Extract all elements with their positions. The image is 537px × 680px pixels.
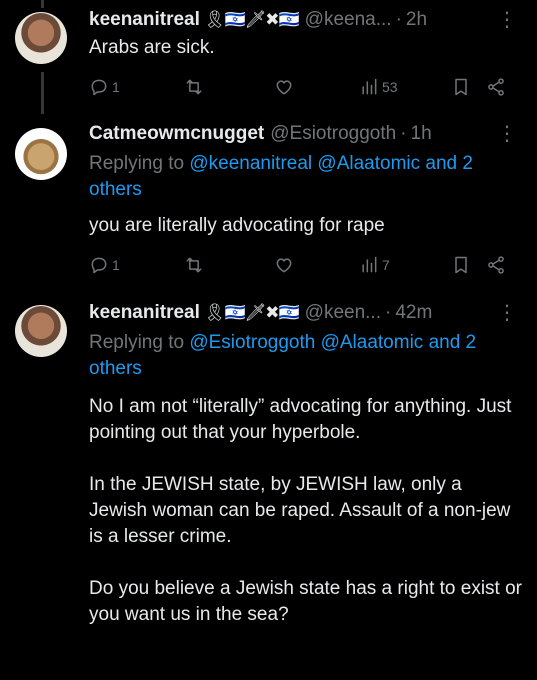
repost-icon bbox=[186, 257, 202, 273]
thread-line-top bbox=[41, 0, 44, 8]
views-icon bbox=[362, 78, 377, 95]
reply-button[interactable]: 1 bbox=[89, 255, 120, 275]
reply-button[interactable]: 1 bbox=[89, 77, 120, 97]
tweet-paragraph: No I am not “literally” advocating for a… bbox=[89, 396, 512, 443]
heart-icon bbox=[276, 258, 292, 273]
name-emoji-badges: 🎗🇮🇱🗡✖🇮🇱 bbox=[203, 10, 300, 29]
tweet-paragraph: Do you believe a Jewish state has a righ… bbox=[89, 578, 523, 625]
more-icon[interactable]: ⋮ bbox=[497, 122, 517, 146]
share-button[interactable] bbox=[486, 77, 506, 97]
views-icon bbox=[362, 256, 377, 273]
user-handle[interactable]: @keen... bbox=[305, 301, 381, 325]
more-icon[interactable]: ⋮ bbox=[497, 8, 517, 32]
bookmark-icon bbox=[455, 78, 467, 96]
timestamp[interactable]: 42m bbox=[395, 301, 432, 325]
like-button[interactable] bbox=[274, 77, 294, 97]
replying-to-label: Replying to bbox=[89, 332, 190, 353]
tweet-paragraph: In the JEWISH state, by JEWISH law, only… bbox=[89, 474, 511, 547]
replying-to: Replying to @keenanitreal @Alaatomic and… bbox=[89, 151, 523, 203]
tweet-header: Catmeowmcnugget @Esiotroggoth · 1h bbox=[89, 122, 523, 146]
tweet-text: you are literally advocating for rape bbox=[89, 215, 385, 236]
avatar[interactable] bbox=[15, 128, 67, 180]
replying-to: Replying to @Esiotroggoth @Alaatomic and… bbox=[89, 330, 523, 382]
timestamp[interactable]: 1h bbox=[411, 122, 432, 146]
more-icon[interactable]: ⋮ bbox=[497, 301, 517, 325]
bookmark-button[interactable] bbox=[451, 255, 471, 275]
avatar[interactable] bbox=[15, 305, 67, 357]
replying-to-label: Replying to bbox=[89, 153, 190, 174]
tweet-actions: 1 53 bbox=[89, 77, 517, 101]
repost-button[interactable] bbox=[184, 255, 204, 275]
name-emoji-badges: 🎗🇮🇱🗡✖🇮🇱 bbox=[203, 303, 300, 322]
views-button[interactable]: 7 bbox=[359, 255, 390, 275]
separator-dot: · bbox=[395, 9, 402, 30]
bookmark-icon bbox=[455, 256, 467, 274]
avatar[interactable] bbox=[15, 12, 67, 64]
reply-icon bbox=[91, 257, 107, 274]
views-button[interactable]: 53 bbox=[359, 77, 398, 97]
tweet-text: No I am not “literally” advocating for a… bbox=[89, 394, 523, 628]
view-count: 7 bbox=[382, 257, 390, 273]
display-name[interactable]: Catmeowmcnugget bbox=[89, 122, 264, 146]
share-icon bbox=[488, 78, 504, 96]
heart-icon bbox=[276, 80, 292, 95]
display-name[interactable]: keenanitreal bbox=[89, 301, 200, 325]
user-handle[interactable]: @keena... bbox=[305, 8, 392, 32]
reply-count: 1 bbox=[112, 79, 120, 95]
repost-icon bbox=[186, 79, 202, 95]
tweet-header: keenanitreal 🎗🇮🇱🗡✖🇮🇱 @keen... · 42m bbox=[89, 301, 523, 325]
separator-dot: · bbox=[384, 302, 392, 323]
reply-count: 1 bbox=[112, 257, 120, 273]
bookmark-button[interactable] bbox=[451, 77, 471, 97]
tweet-header: keenanitreal 🎗🇮🇱🗡✖🇮🇱 @keena... · 2h bbox=[89, 8, 523, 32]
thread-line bbox=[41, 72, 44, 114]
share-button[interactable] bbox=[486, 255, 506, 275]
repost-button[interactable] bbox=[184, 77, 204, 97]
user-handle[interactable]: @Esiotroggoth bbox=[270, 122, 396, 146]
tweet-text: Arabs are sick. bbox=[89, 37, 215, 58]
tweet-actions: 1 7 bbox=[89, 255, 517, 279]
display-name[interactable]: keenanitreal bbox=[89, 8, 200, 32]
timestamp[interactable]: 2h bbox=[406, 8, 427, 32]
like-button[interactable] bbox=[274, 255, 294, 275]
separator-dot: · bbox=[400, 123, 407, 144]
view-count: 53 bbox=[382, 79, 398, 95]
reply-icon bbox=[91, 79, 107, 96]
share-icon bbox=[488, 256, 504, 274]
